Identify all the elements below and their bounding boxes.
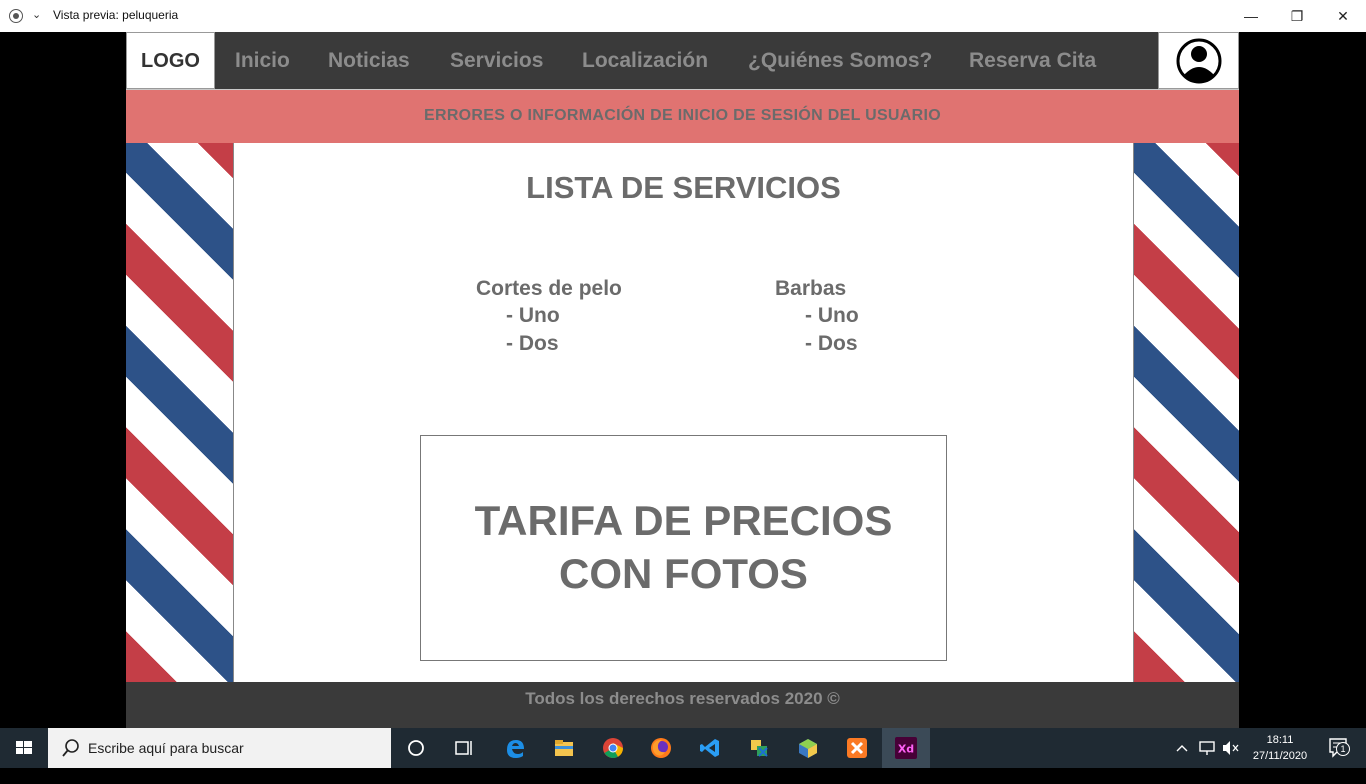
xampp-control-taskbar-button[interactable] bbox=[735, 728, 783, 768]
edge-icon bbox=[507, 740, 524, 758]
page-title: LISTA DE SERVICIOS bbox=[526, 170, 841, 205]
firefox-icon bbox=[651, 738, 671, 758]
services-content: LISTA DE SERVICIOS Cortes de pelo - Uno … bbox=[233, 143, 1134, 682]
minimize-button[interactable]: — bbox=[1228, 0, 1274, 32]
file-explorer-taskbar-button[interactable] bbox=[540, 728, 588, 768]
folder-icon bbox=[555, 740, 573, 756]
clock-date: 27/11/2020 bbox=[1252, 750, 1308, 762]
search-placeholder: Escribe aquí para buscar bbox=[88, 740, 244, 756]
user-profile-button[interactable] bbox=[1158, 32, 1239, 89]
nav-item-noticias[interactable]: Noticias bbox=[328, 32, 410, 89]
nav-item-inicio[interactable]: Inicio bbox=[235, 32, 290, 89]
logo[interactable]: LOGO bbox=[126, 32, 215, 89]
system-clock[interactable]: 18:11 27/11/2020 bbox=[1250, 732, 1310, 764]
window-titlebar: ⌄ Vista previa: peluqueria — ❐ ✕ bbox=[0, 0, 1366, 32]
service-heading-barbas: Barbas bbox=[775, 277, 847, 300]
chevron-down-icon[interactable]: ⌄ bbox=[32, 8, 41, 21]
chevron-up-icon bbox=[1176, 745, 1188, 752]
search-icon bbox=[62, 739, 79, 757]
clock-time: 18:11 bbox=[1266, 734, 1294, 746]
barber-pole-right bbox=[1134, 143, 1239, 682]
login-info-banner: ERRORES O INFORMACIÓN DE INICIO DE SESIÓ… bbox=[126, 89, 1239, 143]
adobe-xd-taskbar-button[interactable]: Xd bbox=[882, 728, 930, 768]
volume-muted-icon bbox=[1223, 741, 1239, 755]
svg-text:Xd: Xd bbox=[898, 743, 914, 756]
user-avatar-icon bbox=[1176, 38, 1222, 84]
service-heading-cortes: Cortes de pelo bbox=[476, 277, 622, 300]
service-item: - Dos bbox=[506, 332, 559, 355]
nav-item-quienes-somos[interactable]: ¿Quiénes Somos? bbox=[748, 32, 932, 89]
cortana-icon bbox=[408, 740, 424, 756]
price-list-line-1: TARIFA DE PRECIOS bbox=[474, 497, 893, 544]
windows-logo-icon bbox=[16, 741, 32, 754]
adobe-xd-icon: Xd bbox=[895, 737, 917, 759]
service-item: - Dos bbox=[805, 332, 858, 355]
price-list-placeholder: TARIFA DE PRECIOS CON FOTOS bbox=[420, 435, 947, 661]
cube-icon bbox=[799, 739, 817, 758]
maximize-button[interactable]: ❐ bbox=[1274, 0, 1320, 32]
virtualbox-taskbar-button[interactable] bbox=[784, 728, 832, 768]
windows-taskbar: Escribe aquí para buscar Xd 18:11 27/11/… bbox=[0, 728, 1366, 768]
vscode-icon bbox=[700, 739, 719, 757]
xampp-taskbar-button[interactable] bbox=[833, 728, 881, 768]
app-record-icon bbox=[9, 9, 23, 23]
network-button[interactable] bbox=[1196, 728, 1218, 768]
task-view-icon bbox=[455, 741, 472, 755]
service-item: - Uno bbox=[805, 304, 859, 327]
nav-item-servicios[interactable]: Servicios bbox=[450, 32, 543, 89]
network-icon bbox=[1199, 741, 1215, 755]
top-navigation: LOGO Inicio Noticias Servicios Localizac… bbox=[126, 32, 1239, 89]
nav-item-localizacion[interactable]: Localización bbox=[582, 32, 708, 89]
taskbar-search[interactable]: Escribe aquí para buscar bbox=[48, 728, 391, 768]
xampp-icon bbox=[847, 738, 867, 758]
close-button[interactable]: ✕ bbox=[1320, 0, 1366, 32]
task-view-button[interactable] bbox=[440, 728, 488, 768]
start-button[interactable] bbox=[0, 728, 48, 768]
barber-pole-left bbox=[126, 143, 233, 682]
footer: Todos los derechos reservados 2020 © bbox=[126, 682, 1239, 728]
edge-taskbar-button[interactable] bbox=[491, 728, 539, 768]
page-preview: LOGO Inicio Noticias Servicios Localizac… bbox=[126, 32, 1239, 728]
chrome-icon bbox=[603, 738, 624, 758]
window-title: Vista previa: peluqueria bbox=[53, 8, 179, 22]
xampp-panel-icon bbox=[751, 740, 768, 757]
service-item: - Uno bbox=[506, 304, 560, 327]
firefox-taskbar-button[interactable] bbox=[637, 728, 685, 768]
action-center-button[interactable]: 1 bbox=[1318, 728, 1358, 768]
cortana-button[interactable] bbox=[392, 728, 440, 768]
show-hidden-icons-button[interactable] bbox=[1172, 728, 1192, 768]
volume-button[interactable] bbox=[1220, 728, 1242, 768]
vscode-taskbar-button[interactable] bbox=[686, 728, 734, 768]
chrome-taskbar-button[interactable] bbox=[589, 728, 637, 768]
price-list-line-2: CON FOTOS bbox=[559, 550, 808, 597]
notification-count-badge: 1 bbox=[1336, 742, 1350, 756]
nav-item-reserva-cita[interactable]: Reserva Cita bbox=[969, 32, 1096, 89]
